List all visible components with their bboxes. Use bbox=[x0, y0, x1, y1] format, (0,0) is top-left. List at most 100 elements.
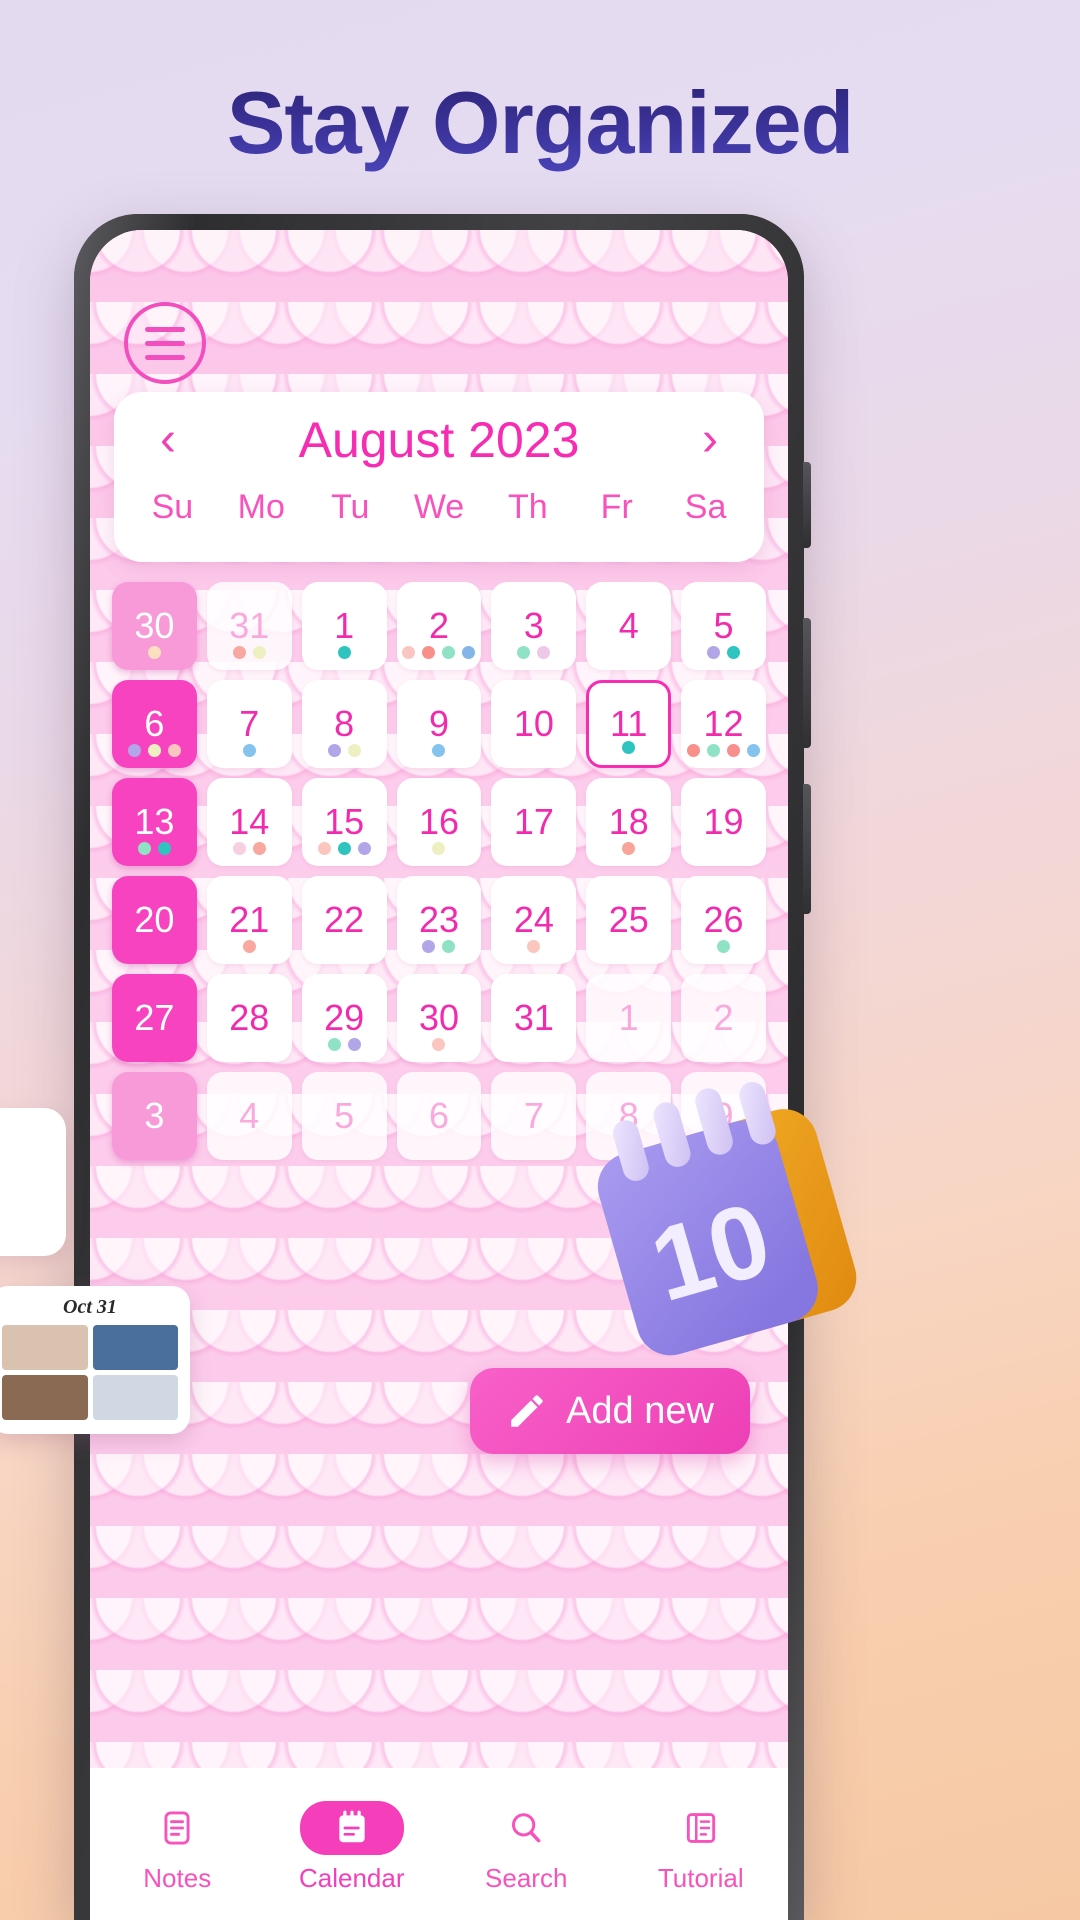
event-dot bbox=[347, 1038, 361, 1051]
floating-note-card[interactable]: Oct 31 bbox=[0, 1286, 190, 1434]
calendar-day-cell[interactable]: 7 bbox=[206, 680, 292, 768]
calendar-day-cell[interactable]: 10 bbox=[491, 680, 577, 768]
calendar-day-cell[interactable]: 21 bbox=[206, 876, 292, 964]
event-dots bbox=[397, 646, 482, 659]
calendar-day-number: 3 bbox=[144, 1095, 165, 1136]
calendar-day-cell[interactable]: 27 bbox=[112, 974, 197, 1062]
event-dots bbox=[207, 940, 292, 953]
calendar-day-cell[interactable]: 23 bbox=[396, 876, 482, 964]
calendar-day-number: 7 bbox=[239, 703, 260, 744]
calendar-day-cell[interactable]: 4 bbox=[206, 1072, 292, 1160]
calendar-day-cell[interactable]: 17 bbox=[491, 778, 577, 866]
hamburger-icon[interactable] bbox=[124, 302, 206, 384]
calendar-day-number: 26 bbox=[703, 899, 744, 940]
calendar-day-number: 12 bbox=[703, 703, 744, 744]
event-dot bbox=[327, 744, 341, 757]
calendar-day-today[interactable]: 11 bbox=[586, 680, 672, 768]
calendar-day-number: 31 bbox=[229, 605, 270, 646]
nav-label: Notes bbox=[143, 1862, 212, 1893]
nav-item-tutorial[interactable]: Tutorial bbox=[614, 1801, 789, 1894]
event-dots bbox=[112, 744, 197, 757]
calendar-day-number: 8 bbox=[334, 703, 355, 744]
calendar-day-cell[interactable]: 3 bbox=[112, 1072, 197, 1160]
event-dot bbox=[727, 646, 741, 659]
tutorial-icon bbox=[665, 1801, 737, 1855]
calendar-day-cell[interactable]: 14 bbox=[206, 778, 292, 866]
add-new-button[interactable]: Add new bbox=[470, 1368, 750, 1454]
calendar-day-cell[interactable]: 24 bbox=[491, 876, 577, 964]
month-title: August 2023 bbox=[298, 412, 580, 468]
calendar-day-number: 16 bbox=[418, 801, 460, 842]
calendar-day-cell[interactable]: 3 bbox=[491, 582, 577, 670]
calendar-day-number: 21 bbox=[229, 899, 270, 940]
calendar-day-cell[interactable]: 1 bbox=[301, 582, 387, 670]
phone-side-button-power bbox=[803, 784, 811, 914]
calendar-day-cell[interactable]: 2 bbox=[396, 582, 482, 670]
calendar-day-cell[interactable]: 5 bbox=[301, 1072, 387, 1160]
event-dot bbox=[242, 940, 256, 953]
calendar-day-cell[interactable]: 8 bbox=[301, 680, 387, 768]
calendar-icon bbox=[299, 1800, 404, 1855]
nav-item-search[interactable]: Search bbox=[439, 1801, 614, 1894]
calendar-day-number: 17 bbox=[513, 801, 554, 842]
event-dot bbox=[707, 744, 721, 757]
nav-item-calendar[interactable]: Calendar bbox=[265, 1800, 440, 1894]
event-dot bbox=[402, 646, 416, 659]
calendar-day-cell[interactable]: 18 bbox=[586, 778, 672, 866]
calendar-day-cell[interactable]: 6 bbox=[396, 1072, 482, 1160]
event-dot bbox=[727, 744, 741, 757]
calendar-day-number: 19 bbox=[703, 801, 744, 842]
calendar-day-number: 3 bbox=[523, 605, 544, 646]
calendar-3d-illustration: 10 bbox=[597, 1081, 857, 1356]
calendar-day-cell[interactable]: 31 bbox=[491, 974, 577, 1062]
calendar-day-cell[interactable]: 13 bbox=[112, 778, 197, 866]
event-dots bbox=[397, 940, 482, 953]
event-dots bbox=[112, 842, 197, 855]
event-dots bbox=[207, 842, 292, 855]
next-month-button[interactable]: › bbox=[682, 412, 738, 468]
calendar-day-cell[interactable]: 30 bbox=[396, 974, 482, 1062]
event-dot bbox=[717, 940, 731, 953]
event-dot bbox=[357, 842, 371, 855]
add-new-label: Add new bbox=[566, 1389, 714, 1432]
event-dot bbox=[337, 842, 351, 855]
calendar-day-cell[interactable]: 4 bbox=[586, 582, 672, 670]
calendar-day-number: 14 bbox=[229, 801, 270, 842]
calendar-day-cell[interactable]: 16 bbox=[396, 778, 482, 866]
calendar-day-cell[interactable]: 30 bbox=[112, 582, 197, 670]
hamburger-bar bbox=[145, 326, 185, 332]
search-icon bbox=[490, 1801, 562, 1855]
page-title: Stay Organized bbox=[0, 72, 1080, 174]
calendar-day-number: 30 bbox=[418, 997, 460, 1038]
calendar-day-number: 20 bbox=[134, 899, 175, 940]
calendar-day-cell[interactable]: 12 bbox=[681, 680, 766, 768]
calendar-day-cell[interactable]: 15 bbox=[301, 778, 387, 866]
calendar-day-cell[interactable]: 20 bbox=[112, 876, 197, 964]
calendar-day-number: 4 bbox=[239, 1095, 260, 1136]
event-dot bbox=[622, 741, 636, 754]
note-thumbnail bbox=[2, 1375, 88, 1420]
calendar-day-cell[interactable]: 26 bbox=[681, 876, 766, 964]
calendar-day-cell[interactable]: 28 bbox=[206, 974, 292, 1062]
prev-month-button[interactable]: ‹ bbox=[140, 412, 196, 468]
calendar-day-number: 10 bbox=[513, 703, 554, 744]
calendar-day-number: 1 bbox=[334, 605, 355, 646]
calendar-day-cell[interactable]: 6 bbox=[112, 680, 197, 768]
calendar-day-cell[interactable]: 19 bbox=[681, 778, 766, 866]
event-dot bbox=[432, 842, 446, 855]
calendar-day-number: 27 bbox=[134, 997, 175, 1038]
event-dot bbox=[707, 646, 721, 659]
calendar-day-cell[interactable]: 31 bbox=[206, 582, 292, 670]
calendar-day-cell[interactable]: 9 bbox=[396, 680, 482, 768]
nav-item-notes[interactable]: Notes bbox=[90, 1801, 265, 1894]
calendar-day-cell[interactable]: 22 bbox=[301, 876, 387, 964]
calendar-day-number: 6 bbox=[144, 703, 165, 744]
calendar-day-cell[interactable]: 7 bbox=[491, 1072, 577, 1160]
month-navigation-row: ‹ August 2023 › bbox=[114, 392, 764, 488]
calendar-day-cell[interactable]: 25 bbox=[586, 876, 672, 964]
pencil-icon bbox=[511, 1395, 543, 1427]
calendar-day-cell[interactable]: 5 bbox=[681, 582, 766, 670]
calendar-day-cell[interactable]: 29 bbox=[301, 974, 387, 1062]
nav-label: Calendar bbox=[298, 1862, 405, 1893]
event-dot bbox=[327, 1038, 341, 1051]
